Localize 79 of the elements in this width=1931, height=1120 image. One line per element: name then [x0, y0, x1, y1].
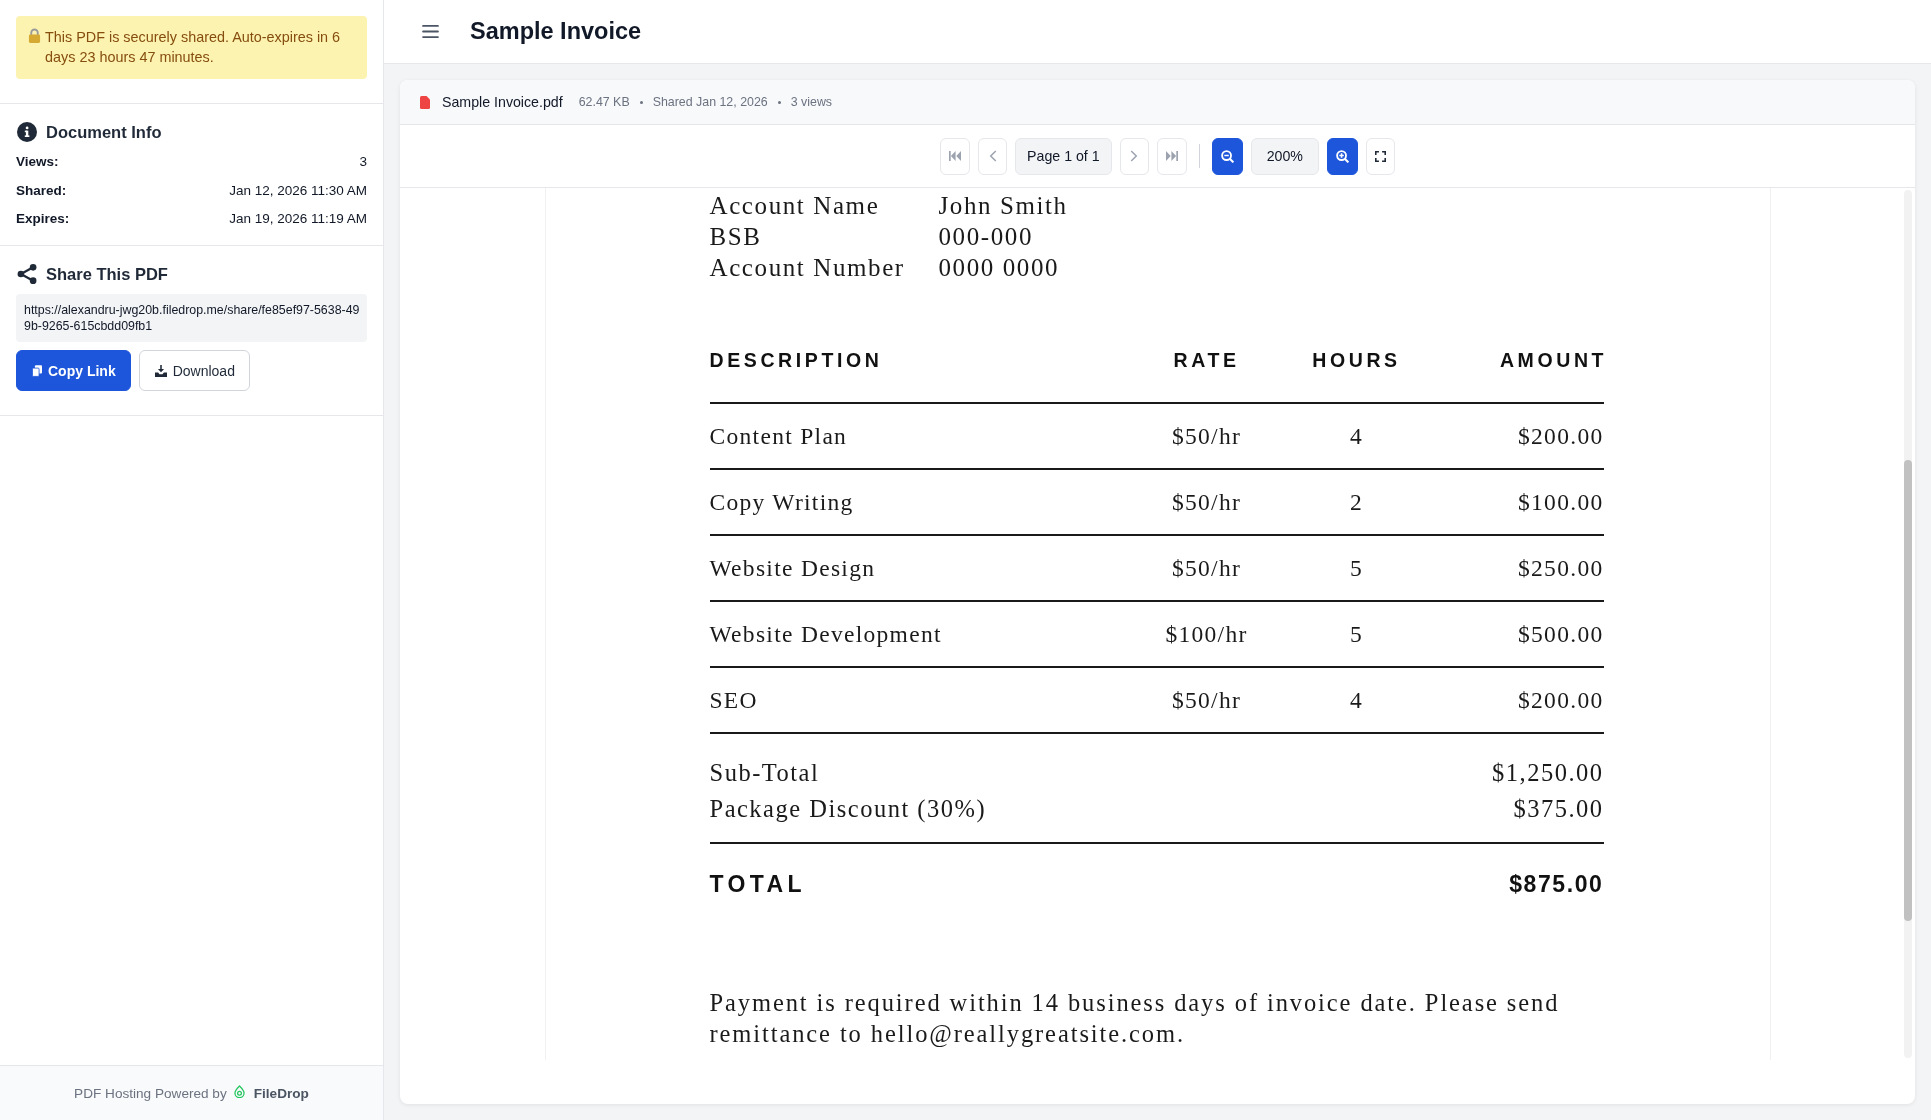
amount-cell: $200.00: [1518, 422, 1604, 450]
description-cell: Website Development: [709, 620, 942, 648]
file-meta: 62.47 KB: [578, 95, 630, 109]
summary-value: $375.00: [1513, 794, 1604, 824]
description-cell: Website Design: [709, 554, 876, 582]
info-label: Expires:: [16, 210, 70, 228]
hours-cell: 4: [1349, 422, 1364, 450]
copy-link-button[interactable]: Copy Link: [16, 350, 131, 391]
account-value: John Smith: [938, 191, 1068, 221]
account-label: Account Name: [709, 191, 880, 221]
hours-cell: 5: [1349, 554, 1364, 582]
rate-cell: $50/hr: [1171, 488, 1242, 516]
file-meta: Shared Jan 12, 2026: [652, 95, 768, 109]
info-value: Jan 19, 2026 11:19 AM: [229, 210, 367, 228]
download-button[interactable]: Download: [138, 350, 250, 391]
amount-cell: $250.00: [1518, 554, 1604, 582]
description-cell: SEO: [709, 686, 758, 714]
scrollbar-thumb[interactable]: [1904, 460, 1912, 921]
page-title: Sample Invoice: [470, 18, 642, 45]
section-title: Share This PDF: [46, 264, 168, 284]
last-page-icon: [1165, 151, 1178, 161]
first-page-icon: [949, 151, 962, 161]
menu-icon: [422, 25, 439, 38]
rate-cell: $50/hr: [1171, 554, 1242, 582]
column-header: DESCRIPTION: [709, 349, 883, 372]
hours-cell: 5: [1349, 620, 1364, 648]
account-label: Account Number: [709, 253, 905, 283]
separator-dot-icon: [639, 100, 643, 104]
description-cell: Copy Writing: [709, 488, 854, 516]
drop-logo-icon: [233, 1085, 245, 1098]
info-label: Shared:: [16, 181, 67, 200]
brand-name: FileDrop: [253, 1085, 309, 1101]
notice-text: This PDF is securely shared. Auto-expires in 6 days 23 hours 47 minutes.: [45, 28, 342, 67]
share-icon: [17, 264, 37, 284]
info-label: Views:: [16, 153, 59, 171]
file-name: Sample Invoice.pdf: [442, 94, 563, 110]
copy-icon: [32, 364, 42, 377]
page-indicator: Page 1 of 1: [1015, 137, 1112, 175]
download-icon: [154, 364, 167, 377]
info-icon: [17, 122, 37, 142]
zoom-out-icon: [1220, 149, 1234, 163]
hours-cell: 4: [1349, 686, 1364, 714]
amount-cell: $500.00: [1518, 620, 1604, 648]
rate-cell: $100/hr: [1165, 620, 1248, 648]
footer-text: PDF Hosting Powered by: [74, 1085, 227, 1101]
fullscreen-icon: [1374, 150, 1386, 162]
info-value: Jan 12, 2026 11:30 AM: [229, 181, 367, 200]
total-value: $875.00: [1509, 870, 1604, 898]
zoom-in-button[interactable]: [1326, 137, 1358, 175]
column-header: RATE: [1173, 349, 1240, 372]
description-cell: Content Plan: [709, 422, 848, 450]
chevron-left-icon: [988, 150, 997, 162]
zoom-in-icon: [1335, 149, 1349, 163]
section-title: Document Info: [46, 122, 162, 142]
chevron-right-icon: [1130, 150, 1139, 162]
amount-cell: $100.00: [1518, 488, 1604, 516]
amount-cell: $200.00: [1518, 686, 1604, 714]
column-header: HOURS: [1312, 349, 1401, 372]
info-value: 3: [359, 153, 367, 171]
rate-cell: $50/hr: [1171, 686, 1242, 714]
zoom-out-button[interactable]: [1211, 137, 1243, 175]
summary-value: $1,250.00: [1492, 758, 1604, 788]
hours-cell: 2: [1349, 488, 1364, 516]
account-label: BSB: [709, 222, 762, 252]
fullscreen-button[interactable]: [1365, 137, 1395, 175]
share-url-field[interactable]: https://alexandru-jwg20b.filedrop.me/share/fe85ef97-5638-499b-9265-615cbdd09fb1: [16, 294, 367, 342]
total-label: TOTAL: [709, 870, 807, 898]
file-icon: [420, 95, 430, 109]
file-meta: 3 views: [790, 95, 833, 109]
column-header: AMOUNT: [1499, 349, 1608, 372]
lock-icon: [28, 28, 41, 43]
summary-label: Package Discount (30%): [709, 794, 987, 825]
payment-note: Payment is required within 14 business days of invoice date. Please send remittance to hello@reallygreatsite.com.: [709, 988, 1561, 1049]
account-value: 000-000: [938, 222, 1034, 252]
account-value: 0000 0000: [938, 253, 1060, 283]
summary-label: Sub-Total: [709, 758, 820, 788]
zoom-level: 200%: [1250, 137, 1319, 175]
separator-dot-icon: [777, 100, 781, 104]
rate-cell: $50/hr: [1171, 422, 1242, 450]
